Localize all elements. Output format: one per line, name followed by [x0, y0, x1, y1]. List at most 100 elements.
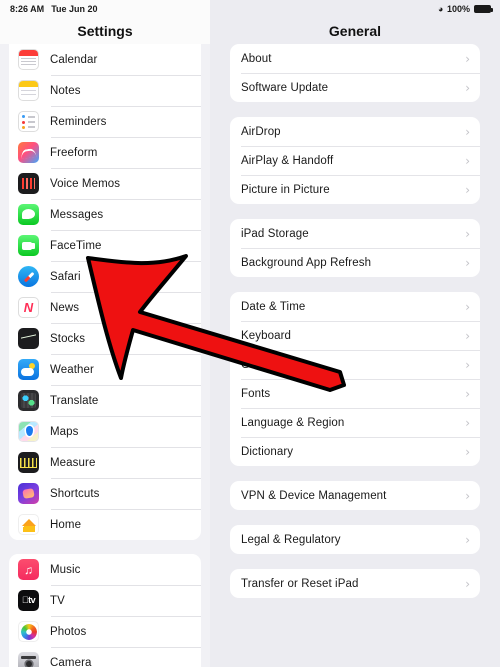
- detail-item-label: iPad Storage: [241, 227, 309, 240]
- status-bar: 8:26 AM Tue Jun 20 ◕ 100%: [0, 0, 500, 18]
- sidebar-item-translate[interactable]: Translate: [9, 385, 201, 416]
- chevron-right-icon: ›: [465, 299, 470, 314]
- chevron-right-icon: ›: [465, 80, 470, 95]
- home-icon: [18, 514, 39, 535]
- sidebar-item-photos[interactable]: Photos: [9, 616, 201, 647]
- detail-item-label: VPN & Device Management: [241, 489, 387, 502]
- sidebar-item-weather[interactable]: Weather: [9, 354, 201, 385]
- sidebar-item-news[interactable]: N News: [9, 292, 201, 323]
- translate-icon: [18, 390, 39, 411]
- sidebar-item-measure[interactable]: Measure: [9, 447, 201, 478]
- music-icon: ♫: [18, 559, 39, 580]
- measure-icon: [18, 452, 39, 473]
- sidebar-item-camera[interactable]: Camera: [9, 647, 201, 667]
- chevron-right-icon: ›: [465, 328, 470, 343]
- sidebar-item-safari[interactable]: Safari: [9, 261, 201, 292]
- detail-item-legal-regulatory[interactable]: Legal & Regulatory ›: [230, 525, 480, 554]
- chevron-right-icon: ›: [465, 51, 470, 66]
- detail-item-date-time[interactable]: Date & Time ›: [230, 292, 480, 321]
- sidebar-item-maps[interactable]: Maps: [9, 416, 201, 447]
- general-detail-pane[interactable]: General About › Software Update › AirDro…: [210, 0, 500, 667]
- sidebar-item-label: Home: [50, 518, 82, 531]
- calendar-icon: [18, 49, 39, 70]
- battery-full-icon: [474, 5, 493, 13]
- detail-item-language-region[interactable]: Language & Region ›: [230, 408, 480, 437]
- detail-group-about: About › Software Update ›: [230, 44, 480, 102]
- detail-item-label: Fonts: [241, 387, 271, 400]
- status-time: 8:26 AM: [10, 4, 45, 14]
- detail-item-keyboard[interactable]: Keyboard ›: [230, 321, 480, 350]
- sidebar-item-home[interactable]: Home: [9, 509, 201, 540]
- detail-item-background-app-refresh[interactable]: Background App Refresh ›: [230, 248, 480, 277]
- sidebar-item-label: Stocks: [50, 332, 86, 345]
- notes-icon: [18, 80, 39, 101]
- sidebar-item-label: Maps: [50, 425, 79, 438]
- safari-icon: [18, 266, 39, 287]
- detail-item-airplay-handoff[interactable]: AirPlay & Handoff ›: [230, 146, 480, 175]
- detail-item-about[interactable]: About ›: [230, 44, 480, 73]
- freeform-icon: [18, 142, 39, 163]
- detail-item-ipad-storage[interactable]: iPad Storage ›: [230, 219, 480, 248]
- detail-item-label: Gestures: [241, 358, 289, 371]
- sidebar-item-facetime[interactable]: FaceTime: [9, 230, 201, 261]
- sidebar-item-label: Reminders: [50, 115, 107, 128]
- detail-item-label: AirPlay & Handoff: [241, 154, 334, 167]
- photos-icon: [18, 621, 39, 642]
- chevron-right-icon: ›: [465, 255, 470, 270]
- detail-item-software-update[interactable]: Software Update ›: [230, 73, 480, 102]
- detail-item-picture-in-picture[interactable]: Picture in Picture ›: [230, 175, 480, 204]
- detail-group-vpn: VPN & Device Management ›: [230, 481, 480, 510]
- detail-item-label: Transfer or Reset iPad: [241, 577, 359, 590]
- settings-sidebar[interactable]: Settings Calendar Notes Reminders Freefo…: [0, 0, 210, 667]
- detail-item-label: Dictionary: [241, 445, 294, 458]
- sidebar-item-freeform[interactable]: Freeform: [9, 137, 201, 168]
- sidebar-item-label: Voice Memos: [50, 177, 121, 190]
- reminders-dots: [22, 115, 25, 129]
- facetime-icon: [18, 235, 39, 256]
- sidebar-item-shortcuts[interactable]: Shortcuts: [9, 478, 201, 509]
- sidebar-item-label: Calendar: [50, 53, 98, 66]
- chevron-right-icon: ›: [465, 153, 470, 168]
- detail-item-vpn-device-management[interactable]: VPN & Device Management ›: [230, 481, 480, 510]
- sidebar-item-tv[interactable]: tv TV: [9, 585, 201, 616]
- sidebar-item-notes[interactable]: Notes: [9, 75, 201, 106]
- detail-item-airdrop[interactable]: AirDrop ›: [230, 117, 480, 146]
- detail-item-transfer-reset-ipad[interactable]: Transfer or Reset iPad ›: [230, 569, 480, 598]
- sidebar-item-label: Messages: [50, 208, 104, 221]
- detail-scroll-area[interactable]: About › Software Update › AirDrop › AirP…: [210, 44, 500, 667]
- sidebar-item-label: News: [50, 301, 80, 314]
- sidebar-item-label: Music: [50, 563, 81, 576]
- sidebar-scroll-area[interactable]: Calendar Notes Reminders Freeform Voice …: [0, 44, 210, 667]
- sidebar-item-label: Safari: [50, 270, 81, 283]
- chevron-right-icon: ›: [465, 226, 470, 241]
- shortcuts-icon: [18, 483, 39, 504]
- sidebar-item-voice-memos[interactable]: Voice Memos: [9, 168, 201, 199]
- detail-group-storage: iPad Storage › Background App Refresh ›: [230, 219, 480, 277]
- news-icon: N: [18, 297, 39, 318]
- wifi-icon: ◕: [438, 3, 443, 14]
- detail-item-label: Language & Region: [241, 416, 345, 429]
- chevron-right-icon: ›: [465, 182, 470, 197]
- sidebar-item-music[interactable]: ♫ Music: [9, 554, 201, 585]
- stocks-icon: [18, 328, 39, 349]
- detail-item-gestures[interactable]: Gestures ›: [230, 350, 480, 379]
- maps-icon: [18, 421, 39, 442]
- chevron-right-icon: ›: [465, 532, 470, 547]
- detail-item-label: Keyboard: [241, 329, 292, 342]
- sidebar-item-messages[interactable]: Messages: [9, 199, 201, 230]
- weather-icon: [18, 359, 39, 380]
- camera-icon: [18, 652, 39, 667]
- sidebar-item-calendar[interactable]: Calendar: [9, 44, 201, 75]
- messages-icon: [18, 204, 39, 225]
- detail-item-dictionary[interactable]: Dictionary ›: [230, 437, 480, 466]
- battery-percent-label: 100%: [446, 4, 470, 14]
- sidebar-item-label: Weather: [50, 363, 94, 376]
- sidebar-item-reminders[interactable]: Reminders: [9, 106, 201, 137]
- detail-item-label: Date & Time: [241, 300, 306, 313]
- reminders-lines: [28, 116, 35, 128]
- chevron-right-icon: ›: [465, 357, 470, 372]
- sidebar-item-stocks[interactable]: Stocks: [9, 323, 201, 354]
- status-bar-right: ◕ 100%: [438, 0, 500, 18]
- sidebar-item-label: Camera: [50, 656, 92, 667]
- detail-item-fonts[interactable]: Fonts ›: [230, 379, 480, 408]
